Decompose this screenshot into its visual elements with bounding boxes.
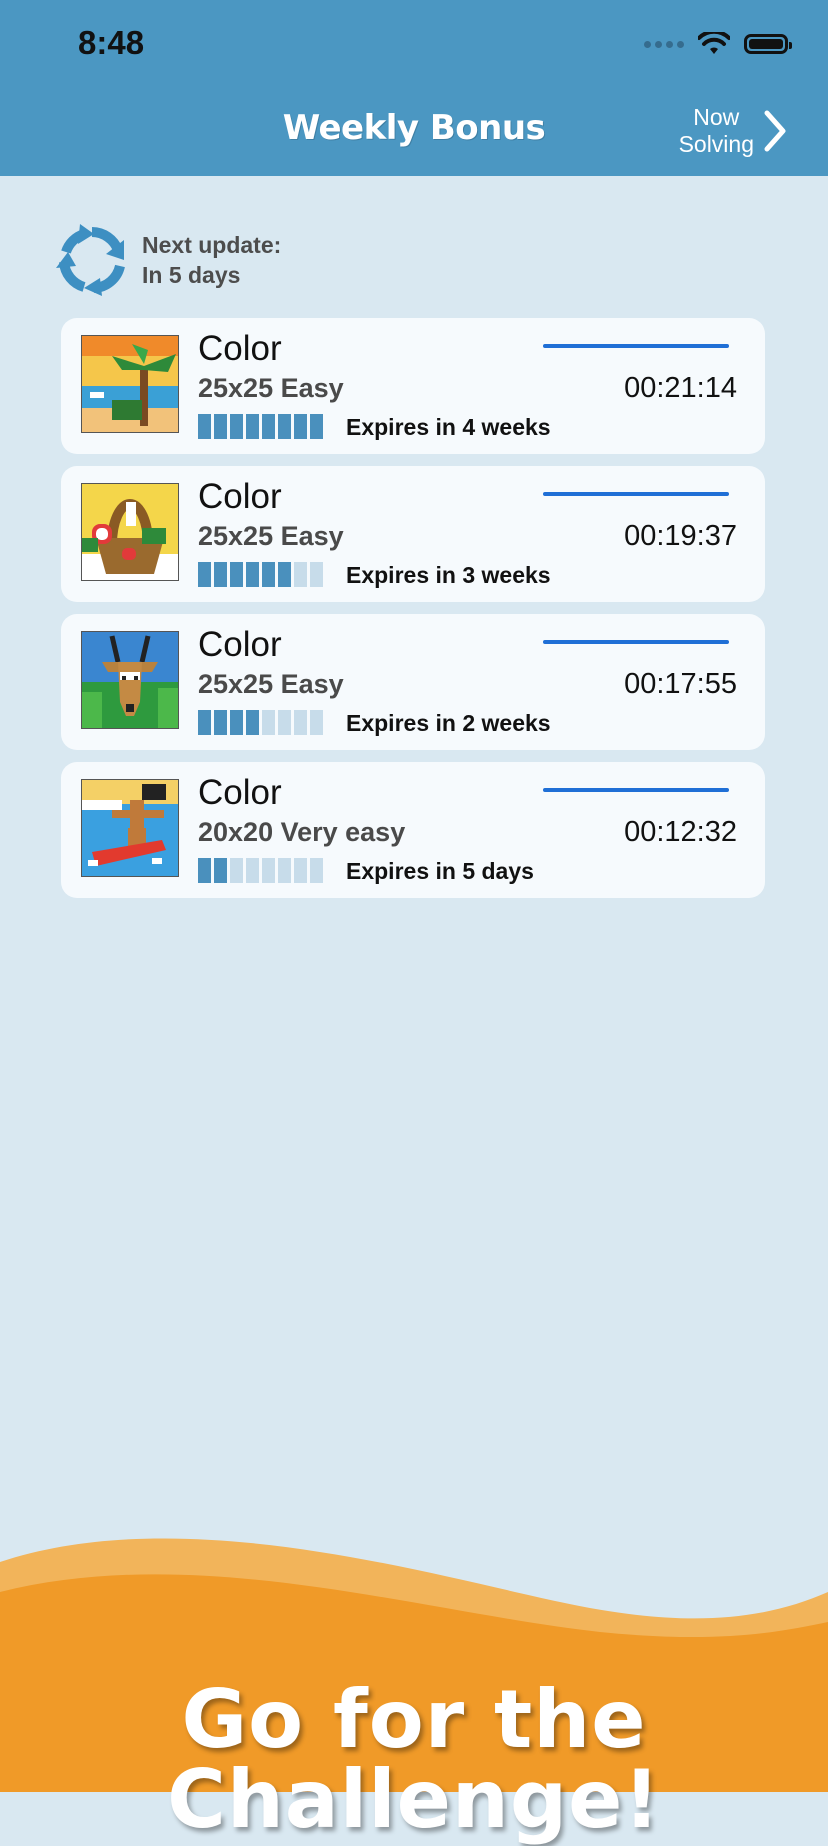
puzzle-size: 20x20 Very easy [198, 817, 406, 847]
expiry-segment [278, 858, 291, 883]
signal-icon [644, 40, 684, 48]
puzzle-card[interactable]: Color 25x25 Easy 00:19:37 Expires in 3 w… [61, 466, 765, 602]
expiry-segment [262, 562, 275, 587]
expires-label: Expires in 4 weeks [346, 414, 551, 440]
expiry-segment [294, 710, 307, 735]
puzzle-title: Color [198, 477, 282, 516]
puzzle-title: Color [198, 773, 282, 812]
puzzle-size: 25x25 Easy [198, 373, 344, 403]
progress-line [543, 788, 729, 792]
refresh-icon [56, 224, 125, 296]
expiry-segment [230, 414, 243, 439]
expiry-segment [262, 858, 275, 883]
expiry-segment [310, 710, 323, 735]
expiry-segment [278, 414, 291, 439]
expiry-segment [214, 858, 227, 883]
expires-label: Expires in 3 weeks [346, 562, 551, 588]
puzzle-size: 25x25 Easy [198, 521, 344, 551]
expiry-segments [198, 858, 323, 883]
expiry-segment [214, 562, 227, 587]
puzzle-time: 00:21:14 [624, 372, 737, 404]
puzzle-thumbnail-palm [82, 336, 178, 432]
expiry-segment [246, 858, 259, 883]
expiry-segments [198, 414, 323, 439]
next-update: Next update: In 5 days [54, 222, 281, 298]
puzzle-time: 00:12:32 [624, 816, 737, 848]
expiry-segment [198, 562, 211, 587]
wifi-icon [698, 32, 730, 54]
expiry-segments [198, 710, 323, 735]
now-solving-label: Now Solving [678, 104, 754, 157]
expiry-segment [294, 858, 307, 883]
expiry-segment [230, 562, 243, 587]
expiry-segment [198, 710, 211, 735]
puzzle-thumbnail-basket [82, 484, 178, 580]
expiry-segment [246, 710, 259, 735]
expiry-segment [262, 710, 275, 735]
puzzle-card[interactable]: Color 25x25 Easy 00:21:14 Expires in 4 w… [61, 318, 765, 454]
expiry-segment [230, 858, 243, 883]
expiry-segment [214, 414, 227, 439]
progress-line [543, 640, 729, 644]
now-solving-button[interactable]: Now Solving [679, 104, 788, 158]
expires-label: Expires in 5 days [346, 858, 534, 884]
status-icons [644, 30, 792, 58]
expiry-segment [294, 562, 307, 587]
battery-icon [744, 34, 792, 54]
puzzle-card[interactable]: Color 25x25 Easy 00:17:55 Expires in 2 w… [61, 614, 765, 750]
puzzle-thumbnail-antelope [82, 632, 178, 728]
puzzle-time: 00:19:37 [624, 520, 737, 552]
expiry-segment [294, 414, 307, 439]
expiry-segment [262, 414, 275, 439]
progress-line [543, 344, 729, 348]
expiry-segment [310, 562, 323, 587]
chevron-right-icon [764, 110, 786, 152]
puzzle-title: Color [198, 329, 282, 368]
challenge-banner[interactable]: Go for the Challenge! [0, 1680, 828, 1840]
expiry-segment [198, 414, 211, 439]
expiry-segment [310, 414, 323, 439]
next-update-value: In 5 days [142, 262, 241, 288]
expiry-segment [246, 414, 259, 439]
next-update-label: Next update: [142, 232, 282, 258]
expiry-segment [214, 710, 227, 735]
puzzle-thumbnail-surfer [82, 780, 178, 876]
expiry-segment [278, 710, 291, 735]
puzzle-card[interactable]: Color 20x20 Very easy 00:12:32 Expires i… [61, 762, 765, 898]
expiry-segment [278, 562, 291, 587]
expiry-segment [198, 858, 211, 883]
puzzle-time: 00:17:55 [624, 668, 737, 700]
puzzle-title: Color [198, 625, 282, 664]
status-time: 8:48 [78, 24, 145, 61]
header-bar: 8:48 Weekly Bonus Now Solving [0, 0, 828, 176]
progress-line [543, 492, 729, 496]
expiry-segments [198, 562, 323, 587]
puzzle-size: 25x25 Easy [198, 669, 344, 699]
expiry-segment [310, 858, 323, 883]
expires-label: Expires in 2 weeks [346, 710, 551, 736]
expiry-segment [230, 710, 243, 735]
expiry-segment [246, 562, 259, 587]
